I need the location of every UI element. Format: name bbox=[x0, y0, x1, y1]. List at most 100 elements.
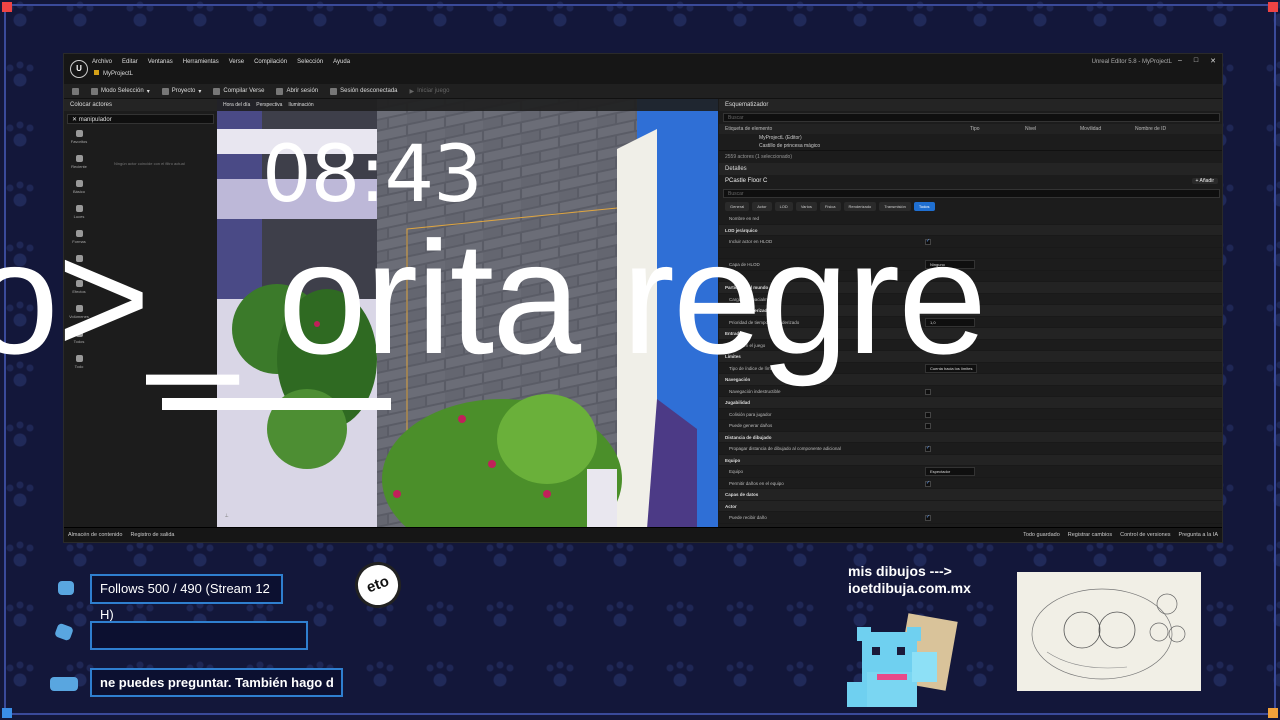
corner-tr bbox=[1268, 2, 1278, 12]
category-item[interactable]: Básico bbox=[64, 177, 94, 202]
property-row: Puede generar daños bbox=[719, 420, 1222, 432]
menu-item[interactable]: Ventanas bbox=[148, 59, 173, 65]
outliner-row[interactable]: Castillo de princesa mágico bbox=[719, 142, 1222, 150]
compile-label: Compilar Verse bbox=[223, 88, 265, 94]
add-component-button[interactable]: + Añadir bbox=[1191, 178, 1218, 184]
outliner-column-header[interactable]: Etiqueta de elemento bbox=[725, 126, 970, 132]
menu-item[interactable]: Verse bbox=[229, 59, 244, 65]
property-label: Puede recibir daño bbox=[729, 515, 767, 520]
ask-ai-button[interactable]: Pregunta a la IA bbox=[1179, 532, 1218, 538]
viewport-option[interactable]: Iluminación bbox=[288, 102, 313, 108]
property-row: Puede recibir daño bbox=[719, 512, 1222, 524]
all-saved-status[interactable]: Todo guardado bbox=[1023, 532, 1060, 538]
property-section[interactable]: Jugabilidad bbox=[719, 397, 1222, 409]
content-drawer-button[interactable]: Almacén de contenido bbox=[68, 532, 122, 538]
property-checkbox[interactable] bbox=[925, 514, 931, 521]
property-label: Equipo bbox=[725, 457, 741, 463]
outliner-search-placeholder: Buscar bbox=[728, 115, 744, 121]
frame-right bbox=[1274, 8, 1276, 712]
disconnected-icon bbox=[330, 87, 338, 95]
property-checkbox[interactable] bbox=[925, 445, 931, 452]
start-game-label: Iniciar juego bbox=[417, 88, 450, 94]
property-label: Capas de datos bbox=[725, 492, 759, 497]
mode-selector[interactable]: Modo Selección ▾ bbox=[91, 87, 150, 95]
property-checkbox[interactable] bbox=[925, 480, 931, 487]
sketch-drawing-image bbox=[1017, 572, 1201, 691]
category-item[interactable]: Reciente bbox=[64, 152, 94, 177]
details-header: PCastle Floor C + Añadir bbox=[719, 175, 1222, 187]
tab-details[interactable]: Detalles bbox=[719, 163, 1222, 175]
cursor-icon bbox=[91, 87, 98, 95]
start-game-button[interactable]: ▶ Iniciar juego bbox=[410, 88, 450, 95]
output-log-button[interactable]: Registro de salida bbox=[130, 532, 174, 538]
property-section[interactable]: Capas de datos bbox=[719, 489, 1222, 501]
outliner-column-header[interactable]: Nivel bbox=[1025, 126, 1080, 132]
outliner-column-header[interactable]: Tipo bbox=[970, 126, 1025, 132]
save-icon[interactable] bbox=[72, 87, 79, 95]
actor-search-value: manipulador bbox=[78, 117, 112, 123]
project-tab[interactable]: MyProjectL bbox=[94, 70, 133, 77]
property-section[interactable]: Distancia de dibujado bbox=[719, 431, 1222, 443]
submit-changes-button[interactable]: Registrar cambios bbox=[1068, 532, 1112, 538]
menu-item[interactable]: Editar bbox=[122, 59, 138, 65]
status-bar: Almacén de contenido Registro de salida … bbox=[64, 527, 1222, 542]
menu-item[interactable]: Compilación bbox=[254, 59, 287, 65]
outliner-column-header[interactable]: Movilidad bbox=[1080, 126, 1135, 132]
corner-tl bbox=[2, 2, 12, 12]
menu-item[interactable]: Archivo bbox=[92, 59, 112, 65]
category-label: Favoritos bbox=[70, 139, 88, 144]
actor-name: PCastle Floor C bbox=[725, 178, 768, 184]
session-icon bbox=[276, 87, 284, 95]
window-controls: – □ ✕ bbox=[1178, 57, 1216, 65]
maximize-icon[interactable]: □ bbox=[1194, 57, 1198, 65]
category-icon bbox=[75, 155, 83, 162]
property-row: Propagar distancia de dibujado al compon… bbox=[719, 443, 1222, 455]
property-section[interactable]: Actor bbox=[719, 500, 1222, 512]
project-label: Proyecto bbox=[171, 88, 196, 94]
verse-compile-button[interactable]: Compilar Verse bbox=[213, 87, 265, 95]
details-search-input[interactable]: Buscar bbox=[723, 189, 1220, 198]
menu-item[interactable]: Selección bbox=[297, 59, 323, 65]
promo-line-2: ioetdibuja.com.mx bbox=[848, 580, 971, 596]
promo-text: mis dibujos ---> ioetdibuja.com.mx bbox=[848, 563, 971, 597]
property-row: Colisión para jugador bbox=[719, 409, 1222, 420]
outliner-search-input[interactable]: Buscar bbox=[723, 113, 1220, 122]
property-dropdown[interactable]: Espectador bbox=[925, 467, 975, 476]
property-section[interactable]: Equipo bbox=[719, 454, 1222, 466]
open-session-button[interactable]: Abrir sesión bbox=[276, 87, 319, 95]
menu-item[interactable]: Herramientas bbox=[183, 59, 219, 65]
actor-search-input[interactable]: ✕ manipulador bbox=[67, 114, 214, 124]
outliner-row[interactable]: MyProjectL (Editor) bbox=[719, 134, 1222, 142]
follow-goal-box: Follows 500 / 490 (Stream 12 H) bbox=[90, 574, 283, 622]
category-item[interactable]: Favoritos bbox=[64, 127, 94, 152]
session-status-label: Sesión desconectada bbox=[340, 88, 398, 94]
minimize-icon[interactable]: – bbox=[1178, 57, 1182, 65]
viewport-option[interactable]: Perspectiva bbox=[256, 102, 282, 108]
terminal-cursor bbox=[162, 398, 391, 410]
property-label: Propagar distancia de dibujado al compon… bbox=[729, 446, 841, 451]
property-row: Permitir daños en el equipo bbox=[719, 478, 1222, 489]
property-row: Equipo Espectador bbox=[719, 466, 1222, 478]
follow-icon bbox=[58, 581, 74, 595]
unreal-logo-icon[interactable]: U bbox=[70, 60, 88, 78]
property-checkbox[interactable] bbox=[925, 388, 931, 395]
tab-outliner[interactable]: Esquematizador bbox=[719, 99, 1222, 111]
frame-top bbox=[8, 4, 1272, 6]
menu-item[interactable]: Ayuda bbox=[333, 59, 350, 65]
category-label: Básico bbox=[72, 189, 85, 194]
close-icon[interactable]: ✕ bbox=[1210, 57, 1216, 65]
open-session-label: Abrir sesión bbox=[286, 88, 319, 94]
project-menu[interactable]: Proyecto ▾ bbox=[161, 87, 201, 95]
outliner-column-header[interactable]: Nombre de ID bbox=[1135, 126, 1195, 132]
property-checkbox[interactable] bbox=[925, 411, 931, 418]
tab-place-actors[interactable]: Colocar actores bbox=[64, 99, 217, 111]
version-control-button[interactable]: Control de versiones bbox=[1120, 532, 1170, 538]
mode-label: Modo Selección bbox=[101, 88, 144, 94]
actor-count: 2559 actores (1 seleccionado) bbox=[719, 150, 1222, 163]
axis-gizmo: ⟂ bbox=[225, 513, 229, 519]
category-icon bbox=[75, 130, 83, 137]
property-checkbox[interactable] bbox=[925, 423, 931, 429]
property-label: Jugabilidad bbox=[725, 400, 751, 405]
gear-icon bbox=[161, 87, 169, 95]
viewport-option[interactable]: Hora del día bbox=[223, 102, 250, 108]
